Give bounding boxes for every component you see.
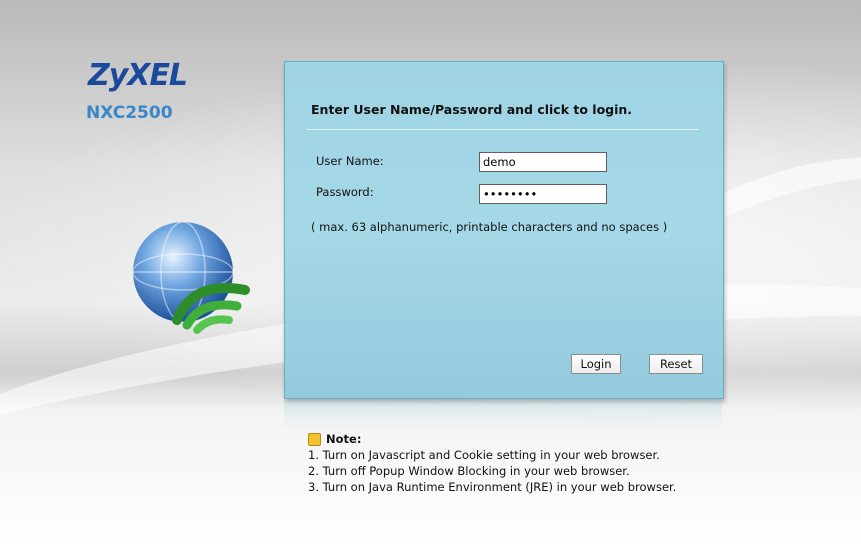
login-instruction: Enter User Name/Password and click to lo… [311, 102, 633, 117]
note-list: 1. Turn on Javascript and Cookie setting… [308, 447, 676, 495]
panel-reflection [284, 400, 722, 430]
note-item: 3. Turn on Java Runtime Environment (JRE… [308, 480, 677, 494]
login-panel: Enter User Name/Password and click to lo… [284, 61, 724, 399]
username-label: User Name: [316, 154, 384, 168]
device-model: NXC2500 [86, 103, 173, 123]
login-button[interactable]: Login [571, 354, 621, 374]
zyxel-logo: ZyXEL [88, 58, 188, 93]
globe-wireless-icon [132, 222, 250, 334]
password-hint: ( max. 63 alphanumeric, printable charac… [311, 220, 668, 234]
password-input[interactable] [479, 184, 607, 204]
password-label: Password: [316, 185, 374, 199]
reset-button[interactable]: Reset [649, 354, 703, 374]
divider [307, 129, 699, 130]
note-item: 2. Turn off Popup Window Blocking in you… [308, 464, 630, 478]
username-input[interactable] [479, 152, 607, 172]
note-section: Note: 1. Turn on Javascript and Cookie s… [308, 431, 676, 495]
note-icon [308, 432, 321, 446]
note-heading: Note: [308, 431, 676, 447]
note-title: Note: [326, 432, 362, 446]
note-item: 1. Turn on Javascript and Cookie setting… [308, 448, 660, 462]
